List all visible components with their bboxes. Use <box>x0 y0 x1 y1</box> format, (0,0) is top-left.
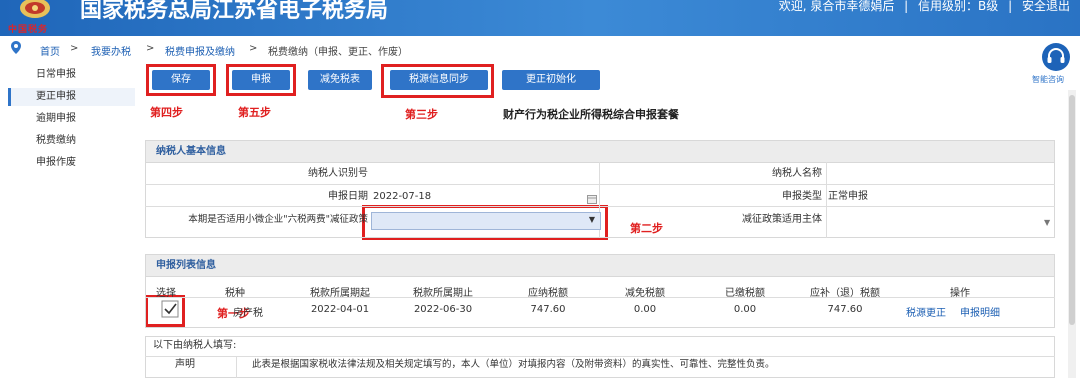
due-amount-cell: 747.60 <box>827 304 863 315</box>
sidebar-item-daily-declaration[interactable]: 日常申报 <box>8 66 135 84</box>
user-bar: 欢迎, 泉合市幸德娟后 | 信用级别：B级 | 安全退出 <box>779 0 1070 14</box>
sidebar-item-tax-payment[interactable]: 税费缴纳 <box>8 132 135 150</box>
column-header: 减免税额 <box>625 288 665 299</box>
breadcrumb-level2[interactable]: 税费申报及缴纳 <box>165 43 235 58</box>
step-label: 第五步 <box>238 106 271 119</box>
payable-amount-cell: 747.60 <box>530 304 566 315</box>
divider <box>145 184 1055 185</box>
logout-link[interactable]: 安全退出 <box>1022 0 1070 13</box>
column-header: 应补（退）税额 <box>810 288 880 299</box>
declare-date-value[interactable]: 2022-07-18 <box>373 187 431 207</box>
tax-type-cell: 房产税 <box>233 308 263 319</box>
credit-level-link[interactable]: 信用级别：B级 <box>918 0 998 13</box>
sidebar-item-correction-declaration[interactable]: 更正申报 <box>8 88 135 106</box>
declaration-detail-link[interactable]: 申报明细 <box>956 304 1004 319</box>
reduction-table-button[interactable]: 减免税表 <box>308 70 372 90</box>
breadcrumb-separator: > <box>70 43 79 54</box>
smart-help-button[interactable]: 智能咨询 <box>1032 38 1076 86</box>
page: 中国税务 国家税务总局江苏省电子税务局 欢迎, 泉合市幸德娟后 | 信用级别：B… <box>0 0 1080 378</box>
taxpayer-name-label: 纳税人名称 <box>772 168 822 179</box>
form-title: 财产行为税企业所得税综合申报套餐 <box>503 108 679 121</box>
sidebar: 日常申报 更正申报 逾期申报 税费缴纳 申报作废 <box>0 66 135 378</box>
column-header: 应纳税额 <box>528 288 568 299</box>
column-header: 税款所属期起 <box>310 288 370 299</box>
declaration-text: 此表是根据国家税收法律法规及相关规定填写的，本人（单位）对填报内容（及附带资料）… <box>252 359 775 370</box>
six-taxes-policy-label: 本期是否适用小微企业"六税两费"减征政策 <box>188 214 368 225</box>
declaration-intro: 以下由纳税人填写: <box>153 340 237 351</box>
step-label: 第四步 <box>150 106 183 119</box>
breadcrumb-separator: > <box>146 43 155 54</box>
divider <box>145 297 1055 298</box>
location-pin-icon <box>11 41 21 57</box>
tax-source-correct-link[interactable]: 税源更正 <box>902 304 950 319</box>
breadcrumb-level3: 税费缴纳（申报、更正、作废） <box>268 47 408 58</box>
paid-amount-cell: 0.00 <box>733 304 757 315</box>
headset-icon <box>1042 43 1070 71</box>
declaration-label: 声明 <box>175 359 195 370</box>
reduced-amount-cell: 0.00 <box>633 304 657 315</box>
logo-text: 中国税务 <box>8 25 49 35</box>
dropdown-arrow-icon[interactable]: ▼ <box>1044 218 1050 227</box>
declare-type-label: 申报类型 <box>782 191 822 202</box>
sidebar-item-overdue-declaration[interactable]: 逾期申报 <box>8 110 135 128</box>
declaration-list-header: 申报列表信息 <box>146 255 1054 277</box>
annotation-box-sync <box>381 64 494 98</box>
correction-init-button[interactable]: 更正初始化 <box>502 70 600 90</box>
six-taxes-policy-select[interactable]: ▼ <box>371 212 601 230</box>
taxpayer-id-label: 纳税人识别号 <box>308 168 368 179</box>
period-end-cell: 2022-06-30 <box>413 304 473 315</box>
period-start-cell: 2022-04-01 <box>310 304 370 315</box>
taxpayer-info-header: 纳税人基本信息 <box>146 141 1054 163</box>
column-header: 税款所属期止 <box>413 288 473 299</box>
header-banner: 中国税务 国家税务总局江苏省电子税务局 欢迎, 泉合市幸德娟后 | 信用级别：B… <box>0 0 1080 36</box>
step-label: 第三步 <box>405 108 438 121</box>
declare-date-label: 申报日期 <box>328 191 368 202</box>
annotation-box-save <box>146 64 216 96</box>
column-header: 选择 <box>156 288 176 299</box>
row-select-checkbox[interactable] <box>160 299 180 319</box>
tax-emblem-icon <box>20 0 50 18</box>
breadcrumb: 首页 > 我要办税 > 税费申报及缴纳 > 税费缴纳（申报、更正、作废） <box>0 38 1040 60</box>
divider: | <box>1008 0 1013 13</box>
calendar-icon[interactable] <box>587 194 597 204</box>
divider: | <box>904 0 909 13</box>
column-header: 操作 <box>950 288 970 299</box>
breadcrumb-home[interactable]: 首页 <box>40 43 60 58</box>
welcome-text: 欢迎, 泉合市幸德娟后 <box>778 0 895 13</box>
smart-help-label: 智能咨询 <box>1032 75 1064 84</box>
breadcrumb-separator: > <box>249 43 258 54</box>
site-title: 国家税务总局江苏省电子税务局 <box>80 0 389 23</box>
policy-subject-label: 减征政策适用主体 <box>742 214 822 225</box>
breadcrumb-level1[interactable]: 我要办税 <box>91 43 131 58</box>
column-header: 已缴税额 <box>725 288 765 299</box>
sidebar-item-void-declaration[interactable]: 申报作废 <box>8 154 135 172</box>
scrollbar-thumb[interactable] <box>1069 95 1075 325</box>
declare-type-value: 正常申报 <box>828 191 868 202</box>
column-header: 税种 <box>225 288 245 299</box>
dropdown-arrow-icon: ▼ <box>588 215 595 224</box>
divider <box>826 162 827 238</box>
divider <box>236 356 237 378</box>
annotation-box-declare <box>226 64 296 96</box>
